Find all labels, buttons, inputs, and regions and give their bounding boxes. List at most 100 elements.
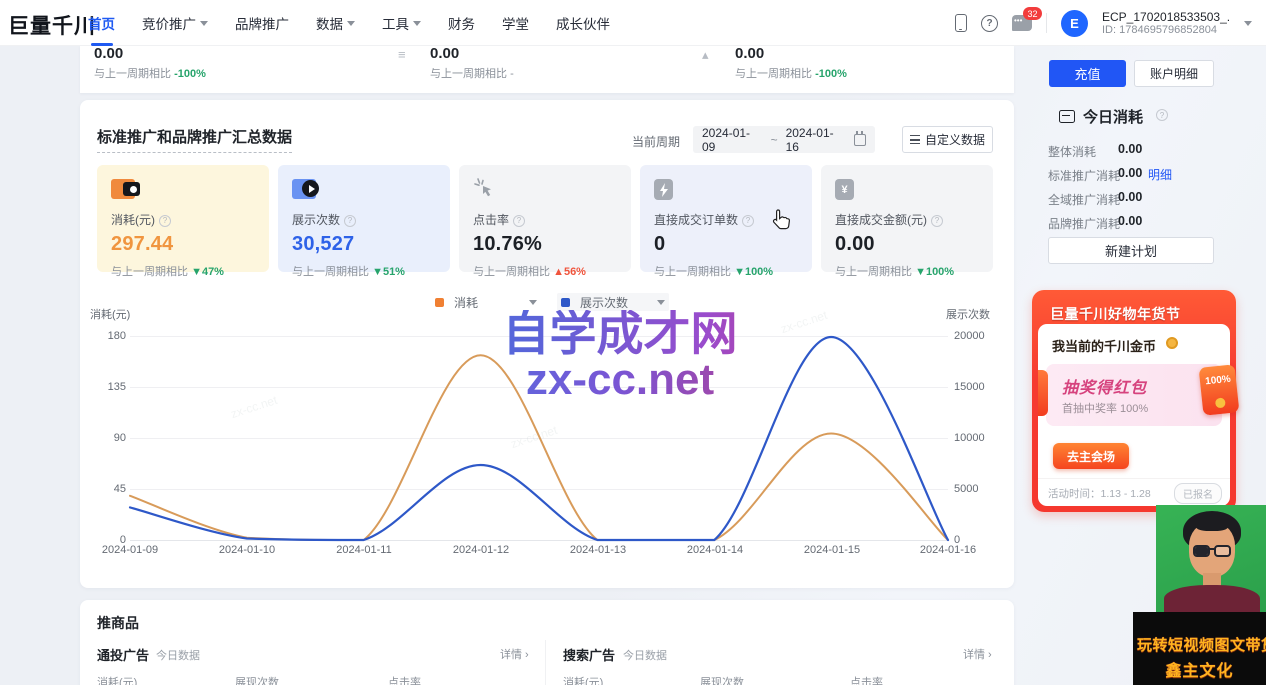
detail-link[interactable]: 明细	[1148, 166, 1172, 183]
y-tick: 135	[90, 381, 126, 393]
metric-compare: 与上一周期相比 -	[430, 65, 514, 81]
products-panel: 推商品 通投广告 今日数据 详情 › 搜索广告 今日数据 详情 › 消耗(元) …	[80, 600, 1014, 685]
account-detail-button[interactable]: 账户明细	[1134, 60, 1214, 87]
metric-value: 30,527	[292, 233, 436, 256]
promo-inner-card: 我当前的千川金币 抽奖得红包 首抽中奖率 100% 100% 去主会场 活动时间…	[1038, 324, 1230, 506]
legend-label: 消耗	[454, 294, 519, 311]
help-icon[interactable]: ?	[931, 215, 943, 227]
red-envelope-icon: 100%	[1199, 364, 1240, 416]
nav-item-bidding[interactable]: 竞价推广	[142, 13, 208, 33]
detail-link[interactable]: 详情 ›	[963, 646, 992, 662]
promo-cta-button[interactable]: 去主会场	[1053, 443, 1129, 469]
metric-value: 0.00	[735, 45, 764, 62]
metric-value: 0.00	[94, 45, 123, 62]
gridline	[130, 489, 948, 490]
nav-item-home[interactable]: 首页	[88, 13, 115, 33]
avatar[interactable]: E	[1061, 10, 1088, 37]
y-tick: 10000	[954, 432, 998, 444]
metric-value: 0	[654, 233, 798, 256]
person-hairline	[1196, 521, 1228, 531]
help-icon[interactable]: ?	[344, 215, 356, 227]
metric-value: 297.44	[111, 233, 255, 256]
metric-label: 直接成交订单数	[654, 213, 738, 227]
account-id: ID: 1784695796852804	[1102, 24, 1230, 36]
metric-card-direct-gmv[interactable]: ¥ 直接成交金额(元)? 0.00 与上一周期相比 ▼100%	[821, 165, 993, 272]
nav-item-tools[interactable]: 工具	[382, 13, 421, 33]
x-axis-line	[130, 540, 948, 541]
column-header: 展现次数	[700, 674, 744, 685]
new-plan-button[interactable]: 新建计划	[1048, 237, 1214, 264]
x-tick: 2024-01-13	[556, 544, 640, 556]
metric-compare: 与上一周期相比 ▼100%	[835, 263, 979, 279]
nav-label: 学堂	[502, 13, 529, 33]
y-tick: 90	[90, 432, 126, 444]
nav-label: 成长伙伴	[556, 13, 610, 33]
ad-group-tag: 今日数据	[156, 647, 200, 663]
date-range-picker[interactable]: 2024-01-09 ~ 2024-01-16	[693, 126, 875, 153]
camera-icon	[111, 177, 255, 203]
help-icon[interactable]: ?	[981, 15, 998, 32]
ad-group-name: 搜索广告	[563, 645, 615, 664]
chevron-down-icon[interactable]	[1244, 21, 1252, 26]
metric-card-ctr[interactable]: 点击率? 10.76% 与上一周期相比 ▲56%	[459, 165, 631, 272]
chevron-down-icon	[347, 21, 355, 26]
brand-logo[interactable]: 巨量千川	[8, 10, 96, 40]
metric-card-cost[interactable]: 消耗(元)? 297.44 与上一周期相比 ▼47%	[97, 165, 269, 272]
overview-metrics-panel: 0.00 与上一周期相比 -100% ≡ 0.00 与上一周期相比 - ▴ 0.…	[80, 46, 1014, 93]
y-tick: 15000	[954, 381, 998, 393]
metric-label: 消耗(元)	[111, 213, 155, 227]
cost-row-value: 0.00	[1118, 214, 1142, 228]
mobile-app-icon[interactable]	[955, 14, 967, 32]
metric-value: 0.00	[835, 233, 979, 256]
sliders-icon	[910, 135, 920, 144]
x-tick: 2024-01-10	[205, 544, 289, 556]
nav-item-data[interactable]: 数据	[316, 13, 355, 33]
metric-card-impressions[interactable]: 展示次数? 30,527 与上一周期相比 ▼51%	[278, 165, 450, 272]
lottery-subtitle: 首抽中奖率 100%	[1062, 400, 1148, 416]
cost-row-label: 标准推广消耗	[1048, 167, 1120, 184]
watermark-text-url: zx-cc.net	[360, 358, 880, 403]
nav-label: 品牌推广	[235, 13, 289, 33]
play-icon	[292, 177, 436, 203]
section-title: 标准推广和品牌推广汇总数据	[97, 126, 292, 153]
metric-compare: 与上一周期相比 ▲56%	[473, 263, 617, 279]
help-icon[interactable]: ?	[1156, 109, 1168, 121]
metric-compare: 与上一周期相比 ▼47%	[111, 263, 255, 279]
webcam-overlay	[1156, 505, 1266, 612]
navbar-actions: ? 32 E ECP_1702018533503_... ID: 1784695…	[955, 0, 1252, 46]
detail-link[interactable]: 详情 ›	[500, 646, 529, 662]
nav-item-brand[interactable]: 品牌推广	[235, 13, 289, 33]
recharge-button[interactable]: 充值	[1049, 60, 1126, 87]
help-icon[interactable]: ?	[513, 215, 525, 227]
legend-select-cost[interactable]: 消耗	[435, 293, 537, 311]
nav-label: 首页	[88, 13, 115, 33]
products-title: 推商品	[97, 613, 139, 633]
promo-subtitle: 我当前的千川金币	[1052, 336, 1156, 355]
calendar-icon	[854, 134, 866, 146]
caption-line1: 玩转短视频图文带货	[1133, 634, 1266, 655]
help-icon[interactable]: ?	[742, 215, 754, 227]
status-badge: 已报名	[1174, 483, 1222, 504]
nav-label: 数据	[316, 13, 343, 33]
account-info[interactable]: ECP_1702018533503_... ID: 17846957968528…	[1102, 10, 1230, 36]
list-icon: ≡	[398, 47, 406, 62]
custom-data-button[interactable]: 自定义数据	[902, 126, 993, 153]
nav-item-partner[interactable]: 成长伙伴	[556, 13, 610, 33]
nav-item-finance[interactable]: 财务	[448, 13, 475, 33]
nav-label: 竞价推广	[142, 13, 196, 33]
nav-item-academy[interactable]: 学堂	[502, 13, 529, 33]
help-icon[interactable]: ?	[159, 215, 171, 227]
message-icon[interactable]: 32	[1012, 15, 1032, 31]
date-start: 2024-01-09	[702, 126, 763, 154]
promo-footer: 活动时间：1.13 - 1.28 已报名	[1038, 478, 1230, 506]
click-icon	[473, 177, 617, 203]
glasses-icon	[1214, 545, 1231, 557]
promo-card[interactable]: 巨量千川好物年货节 我当前的千川金币 抽奖得红包 首抽中奖率 100% 100%…	[1032, 290, 1236, 512]
legend-select-impressions[interactable]: 展示次数	[557, 293, 669, 311]
legend-label: 展示次数	[580, 294, 647, 311]
column-header: 消耗(元)	[97, 674, 137, 685]
coin-icon	[1166, 337, 1178, 349]
x-tick: 2024-01-14	[673, 544, 757, 556]
mouse-cursor	[770, 208, 792, 232]
app-root: 巨量千川 首页 竞价推广 品牌推广 数据 工具 财务 学堂 成长伙伴 ? 32 …	[0, 0, 1266, 685]
